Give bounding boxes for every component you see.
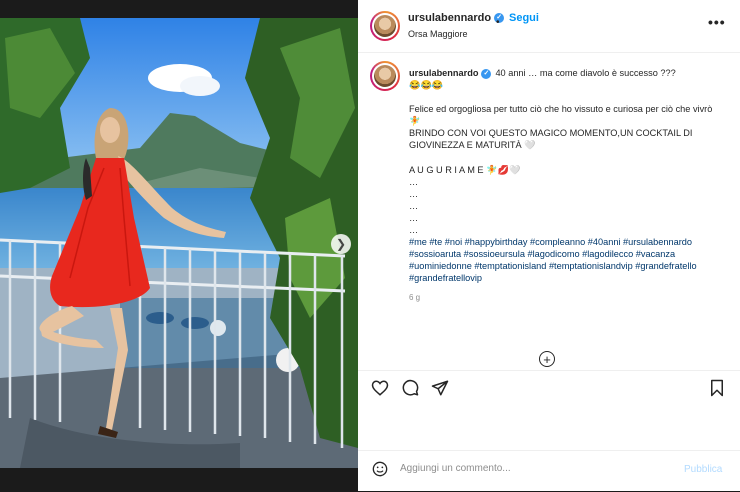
caption-dots: …	[409, 188, 419, 199]
follow-button[interactable]: Segui	[509, 12, 539, 24]
caption-line-1: 40 anni … ma come diavolo è successo ???	[495, 68, 676, 78]
caption-dots: …	[409, 176, 419, 187]
post-header: ursulabennardo ✓ • Segui Orsa Maggiore ••…	[358, 0, 740, 53]
caption-hashtags[interactable]: #me #te #noi #happybirthday #compleanno …	[409, 236, 714, 284]
share-icon[interactable]	[431, 379, 449, 397]
caption-line-2: Felice ed orgogliosa per tutto ciò che h…	[409, 104, 713, 127]
caption-avatar[interactable]	[370, 61, 400, 91]
caption-dots: …	[409, 200, 419, 211]
more-icon[interactable]: •••	[708, 14, 726, 30]
caption-line-4: A U G U R I A M E 🧚💋🤍	[409, 164, 521, 175]
post-caption: ursulabennardo ✓ 40 anni … ma come diavolo…	[409, 67, 714, 304]
avatar[interactable]	[370, 11, 400, 41]
caption-dots: …	[409, 225, 419, 236]
next-photo-button[interactable]: ❯	[331, 234, 351, 254]
post-author-name[interactable]: ursulabennardo	[408, 12, 491, 24]
chevron-right-icon: ❯	[335, 237, 347, 251]
bottom-strip	[0, 468, 358, 491]
caption-emoji: 😂😂😂	[409, 80, 444, 91]
action-bar	[358, 370, 740, 405]
load-more-comments-button[interactable]: +	[539, 351, 555, 367]
header-separator: •	[496, 17, 500, 28]
post-location[interactable]: Orsa Maggiore	[408, 29, 468, 39]
post-time[interactable]: 6 g	[409, 292, 714, 304]
heart-icon[interactable]	[371, 379, 389, 397]
publish-button[interactable]: Pubblica	[684, 464, 722, 475]
caption-author-name[interactable]: ursulabennardo	[409, 68, 478, 78]
verified-icon: ✓	[481, 68, 492, 79]
comment-input[interactable]	[400, 463, 670, 474]
comment-bar: Pubblica	[358, 450, 740, 492]
top-strip	[0, 0, 358, 18]
caption-author[interactable]: ursulabennardo ✓	[409, 68, 492, 79]
comment-icon[interactable]	[401, 379, 419, 397]
caption-line-3: BRINDO CON VOI QUESTO MAGICO MOMENTO,UN …	[409, 128, 693, 151]
post-photo[interactable]	[0, 18, 358, 468]
post-side-panel: ursulabennardo ✓ • Segui Orsa Maggiore ••…	[358, 0, 740, 491]
post-author[interactable]: ursulabennardo ✓	[408, 12, 505, 24]
emoji-icon[interactable]	[372, 461, 388, 477]
caption-dots: …	[409, 212, 419, 223]
bookmark-icon[interactable]	[708, 379, 726, 397]
